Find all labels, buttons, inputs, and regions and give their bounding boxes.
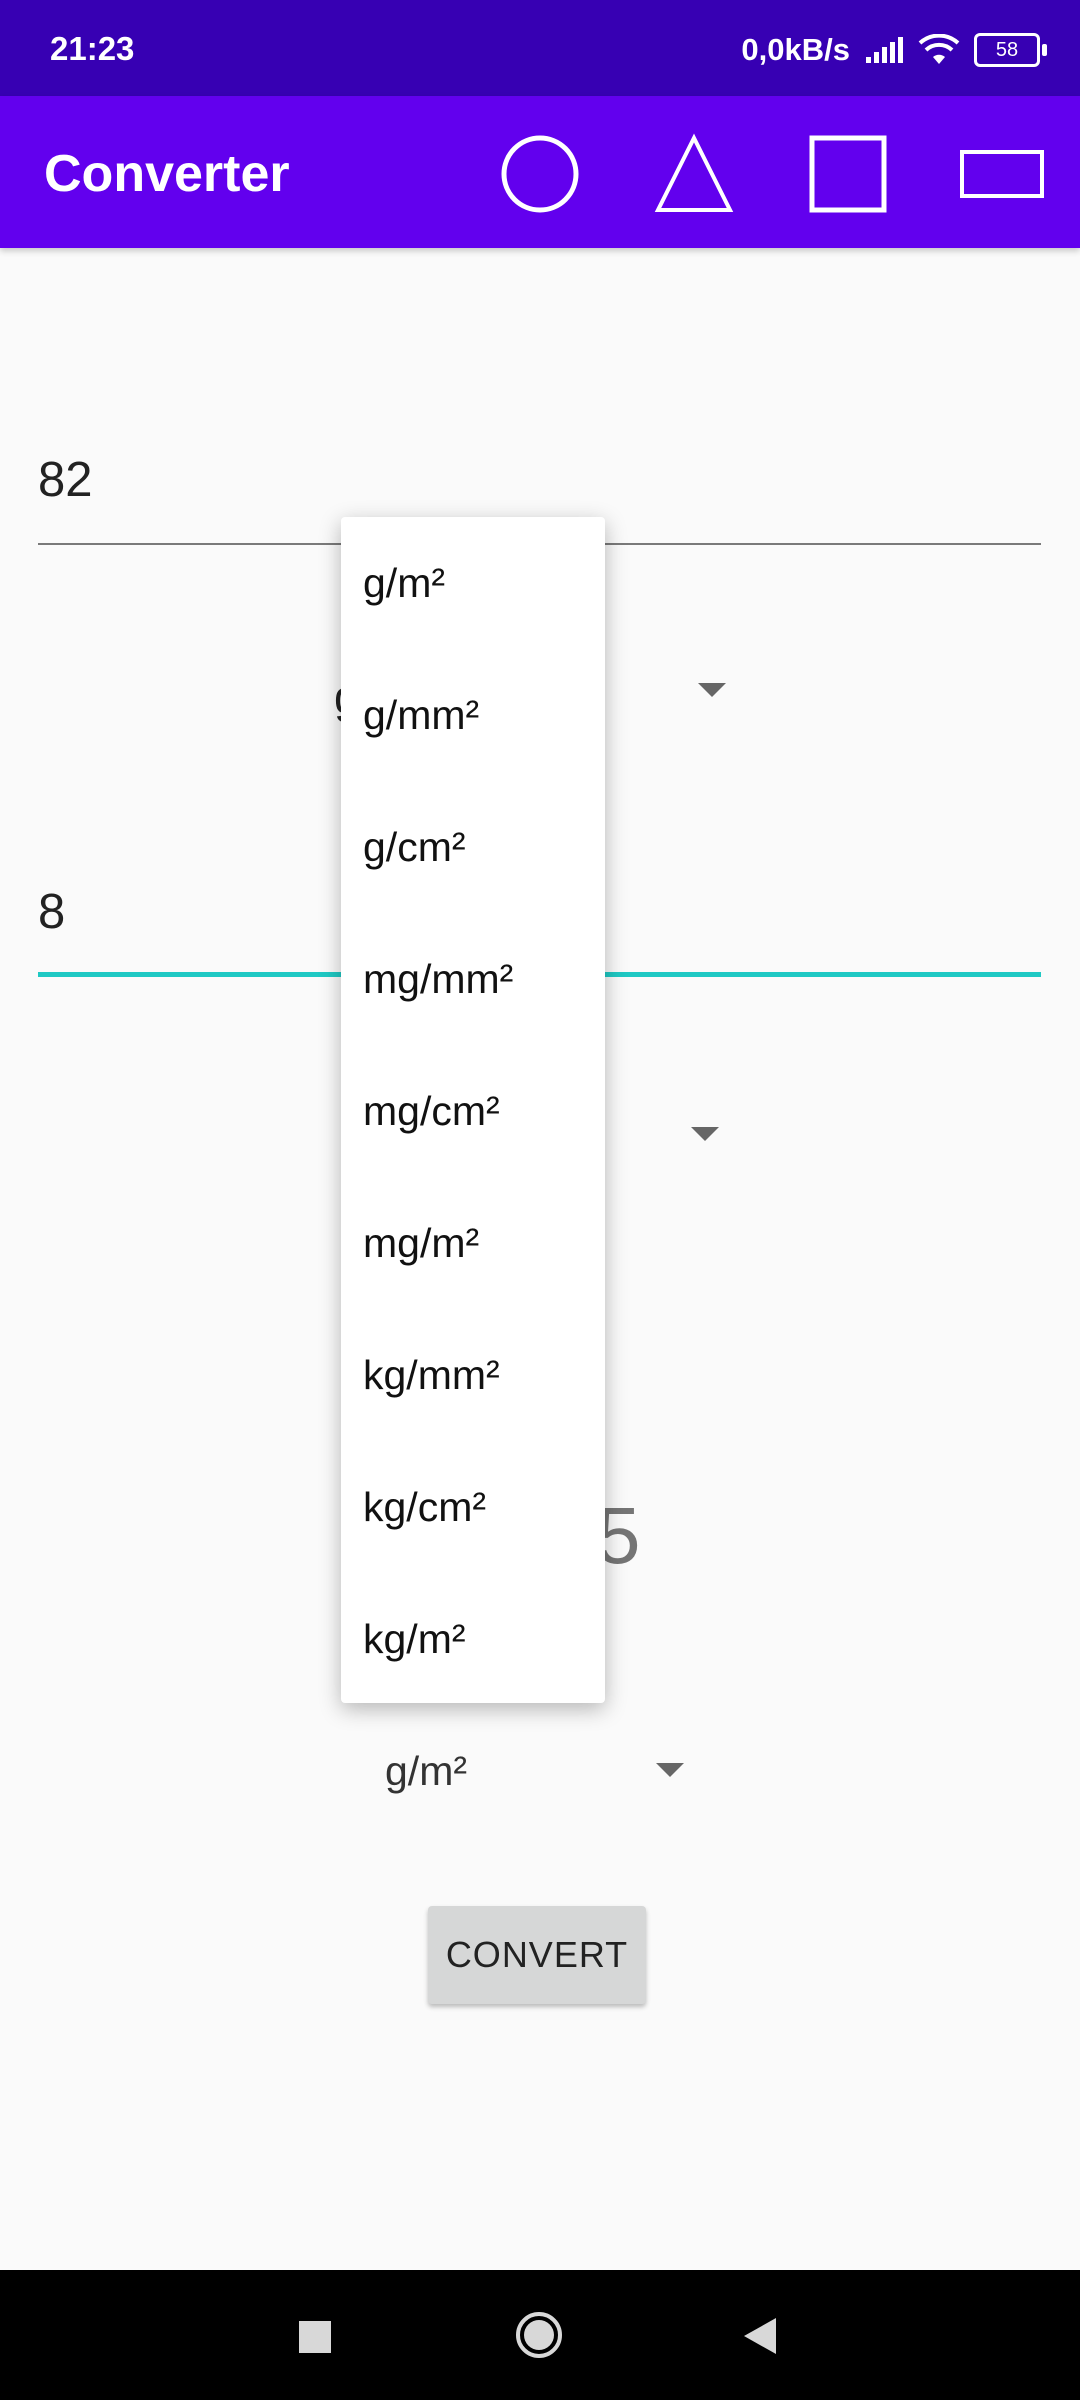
second-value-field[interactable]: 8	[38, 884, 65, 940]
battery-icon: 58	[974, 33, 1047, 67]
app-bar: Converter	[0, 96, 1080, 248]
dropdown-option[interactable]: g/m²	[341, 517, 605, 649]
to-unit-dropdown-arrow-icon[interactable]	[656, 1763, 684, 1777]
dropdown-option[interactable]: mg/mm²	[341, 913, 605, 1045]
convert-button[interactable]: CONVERT	[428, 1906, 646, 2004]
dropdown-option[interactable]: mg/cm²	[341, 1045, 605, 1177]
dropdown-option[interactable]: g/cm²	[341, 781, 605, 913]
square-icon[interactable]	[806, 132, 890, 216]
triangle-icon[interactable]	[652, 132, 736, 216]
dropdown-option[interactable]: kg/mm²	[341, 1309, 605, 1441]
rectangle-icon[interactable]	[960, 132, 1044, 216]
back-icon[interactable]	[742, 2316, 778, 2356]
recents-icon[interactable]	[298, 2320, 332, 2354]
network-speed: 0,0kB/s	[741, 32, 850, 67]
to-unit-spinner-text[interactable]: g/m²	[385, 1748, 467, 1795]
status-bar: 21:23 0,0kB/s 58	[0, 0, 1080, 96]
app-title: Converter	[44, 145, 290, 203]
dropdown-option[interactable]: mg/m²	[341, 1177, 605, 1309]
input-value-field[interactable]: 82	[38, 452, 93, 508]
status-indicators: 0,0kB/s 58	[741, 28, 1047, 72]
second-unit-dropdown-arrow-icon[interactable]	[691, 1127, 719, 1141]
unit-dropdown-menu: g/m² g/mm² g/cm² mg/mm² mg/cm² mg/m² kg/…	[341, 517, 605, 1703]
dropdown-option[interactable]: kg/m²	[341, 1573, 605, 1705]
circle-icon[interactable]	[498, 132, 582, 216]
dropdown-option[interactable]: kg/cm²	[341, 1441, 605, 1573]
home-icon[interactable]	[514, 2310, 564, 2360]
signal-icon	[866, 37, 903, 63]
from-unit-dropdown-arrow-icon[interactable]	[698, 683, 726, 697]
navigation-bar	[0, 2270, 1080, 2400]
wifi-icon	[918, 34, 960, 64]
status-time: 21:23	[50, 30, 135, 67]
dropdown-option[interactable]: g/mm²	[341, 649, 605, 781]
